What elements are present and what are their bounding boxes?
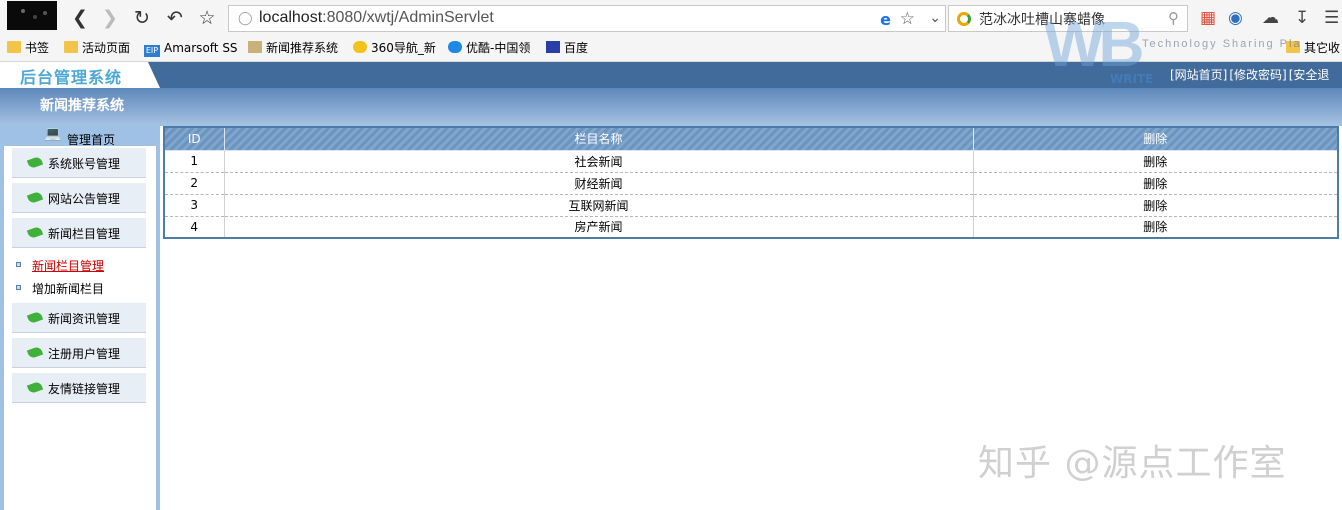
delete-link[interactable]: 删除 (973, 216, 1339, 239)
watermark-sub: WRITE (1110, 72, 1154, 86)
table-row: 1 社会新闻 删除 (164, 150, 1339, 173)
row-id: 1 (164, 150, 225, 173)
admin-logo: 后台管理系统 (0, 62, 160, 88)
bookmark-label: 书签 (25, 41, 50, 55)
table-row: 3 互联网新闻 删除 (164, 194, 1339, 217)
sidebar-item-news[interactable]: 新闻资讯管理 (12, 303, 146, 333)
bookmark-activity[interactable]: 活动页面 (64, 39, 130, 57)
bookmark-label: 活动页面 (82, 41, 131, 55)
folder-icon (64, 41, 78, 53)
sidebar-item-news-columns[interactable]: 新闻栏目管理 (12, 218, 146, 248)
table-row: 4 房产新闻 删除 (164, 216, 1339, 239)
row-name: 房产新闻 (224, 216, 974, 239)
sidebar: 💻 管理首页 系统账号管理 网站公告管理 新闻栏目管理 新闻栏目管理 增加新闻栏… (0, 126, 160, 510)
search-engine-icon (957, 12, 971, 26)
bookmark-shuqian[interactable]: 书签 (7, 39, 49, 57)
eip-icon: EIP (144, 45, 160, 57)
cloud-icon[interactable]: ☁ (1262, 7, 1279, 29)
forward-icon[interactable]: ❯ (98, 6, 122, 30)
row-name: 社会新闻 (224, 150, 974, 173)
chevron-down-icon[interactable]: ⌄ (929, 10, 941, 26)
admin-title: 后台管理系统 (20, 68, 123, 87)
sidebar-item-links[interactable]: 友情链接管理 (12, 373, 146, 403)
column-header-delete: 删除 (972, 126, 1339, 151)
sidebar-home[interactable]: 💻 管理首页 (0, 126, 160, 148)
leaf-icon (26, 345, 44, 360)
columns-table: ID 栏目名称 删除 1 社会新闻 删除 2 财经新闻 删除 3 互联网新闻 删… (163, 126, 1339, 239)
leaf-icon (26, 310, 44, 325)
watermark-letters: WB (1044, 8, 1145, 80)
bookmark-label: 新闻推荐系统 (266, 41, 339, 55)
bookmark-label: 优酷-中国领 (466, 41, 531, 55)
360-icon (353, 41, 367, 53)
baidu-paw-icon (546, 41, 560, 53)
bookmark-youku[interactable]: 优酷-中国领 (448, 39, 530, 57)
reload-icon[interactable]: ↻ (130, 6, 154, 30)
ie-icon[interactable]: e (880, 10, 891, 29)
url-host: localhost (259, 9, 323, 26)
sidebar-item-accounts[interactable]: 系统账号管理 (12, 148, 146, 178)
shield-icon: ◯ (238, 11, 253, 26)
row-id: 3 (164, 194, 225, 217)
address-url[interactable]: localhost:8080/xwtj/AdminServlet (259, 9, 494, 27)
logout-link[interactable]: [安全退 (1289, 68, 1330, 82)
sidebar-item-announcements[interactable]: 网站公告管理 (12, 183, 146, 213)
folder-icon (7, 41, 21, 53)
watermark-logo: WB Technology Sharing Pla WRITE (1030, 8, 1300, 90)
favorite-star-icon[interactable]: ☆ (900, 9, 915, 29)
menu-icon[interactable]: ☰ (1324, 7, 1339, 29)
url-path: :8080/xwtj/AdminServlet (322, 9, 494, 26)
row-id: 4 (164, 216, 225, 239)
bookmark-baidu[interactable]: 百度 (546, 39, 588, 57)
leaf-icon (26, 190, 44, 205)
bullet-icon (16, 285, 21, 290)
back-icon[interactable]: ❮ (68, 6, 92, 30)
leaf-icon (26, 380, 44, 395)
column-header-id: ID (163, 126, 225, 151)
bookmark-amarsoft[interactable]: EIP Amarsoft SS (144, 39, 238, 57)
bookmark-news-system[interactable]: 新闻推荐系统 (248, 39, 338, 57)
tab-thumbnail[interactable] (7, 1, 57, 30)
system-subheader: 新闻推荐系统 (0, 88, 1342, 126)
leaf-icon (26, 225, 44, 240)
row-name: 互联网新闻 (224, 194, 974, 217)
bookmark-360[interactable]: 360导航_新 (353, 39, 436, 57)
sidebar-item-label: 新闻资讯管理 (48, 312, 121, 326)
row-name: 财经新闻 (224, 172, 974, 195)
watermark-tagline: Technology Sharing Pla (1142, 38, 1302, 50)
sidebar-subitem-label: 新闻栏目管理 (32, 259, 105, 273)
download-icon[interactable]: ↧ (1295, 7, 1309, 29)
column-header-name: 栏目名称 (223, 126, 974, 151)
bookmark-star-icon[interactable]: ☆ (195, 6, 219, 30)
bookmark-label: 其它收 (1304, 41, 1341, 55)
sidebar-subitem-label: 增加新闻栏目 (32, 282, 105, 296)
computer-icon: 💻 (44, 126, 62, 142)
zhihu-watermark: 知乎 @源点工作室 (978, 443, 1287, 484)
undo-icon[interactable]: ↶ (163, 6, 187, 30)
table-row: 2 财经新闻 删除 (164, 172, 1339, 195)
sidebar-item-users[interactable]: 注册用户管理 (12, 338, 146, 368)
delete-link[interactable]: 删除 (973, 172, 1339, 195)
row-id: 2 (164, 172, 225, 195)
leaf-icon (26, 155, 44, 170)
bullet-icon (16, 262, 21, 267)
sidebar-item-label: 网站公告管理 (48, 192, 121, 206)
sidebar-item-label: 注册用户管理 (48, 347, 121, 361)
page-icon (248, 41, 262, 53)
youku-icon (448, 41, 462, 53)
bookmark-label: Amarsoft SS (164, 41, 238, 55)
address-bar[interactable]: ◯ localhost:8080/xwtj/AdminServlet e ☆ ⌄ (228, 5, 946, 32)
sidebar-item-label: 新闻栏目管理 (48, 227, 121, 241)
table-header-row: ID 栏目名称 删除 (163, 126, 1339, 151)
sidebar-item-label: 系统账号管理 (48, 157, 121, 171)
delete-link[interactable]: 删除 (973, 194, 1339, 217)
delete-link[interactable]: 删除 (973, 150, 1339, 173)
bookmark-label: 360导航_新 (371, 41, 436, 55)
sidebar-item-label: 友情链接管理 (48, 382, 121, 396)
system-name: 新闻推荐系统 (40, 98, 124, 114)
bookmark-label: 百度 (564, 41, 589, 55)
